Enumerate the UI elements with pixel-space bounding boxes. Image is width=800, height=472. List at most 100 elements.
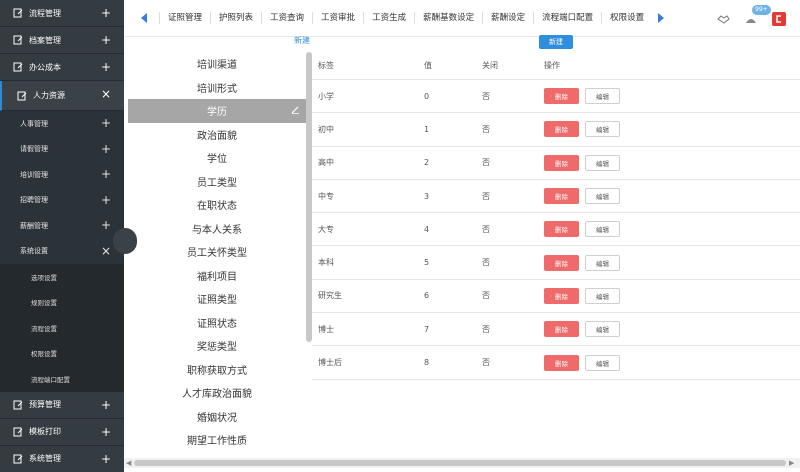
notification-bell-icon[interactable]: 99+ xyxy=(744,4,771,25)
expand-icon[interactable]: + xyxy=(101,218,111,232)
sidebar-item-label: 流程端口配置 xyxy=(31,375,70,384)
collapse-icon[interactable]: × xyxy=(101,87,111,101)
edit-button[interactable]: 编辑 xyxy=(585,88,620,105)
delete-button[interactable]: 删除 xyxy=(544,321,579,338)
delete-button[interactable]: 删除 xyxy=(544,287,579,304)
sidebar-item-workflow[interactable]: 流程管理 + xyxy=(0,0,124,27)
tab-salary-generate[interactable]: 工资生成 xyxy=(363,12,414,24)
sidebar-sub-settings[interactable]: 系统设置 × xyxy=(0,238,124,264)
scroll-right-arrow-icon[interactable]: ▶ xyxy=(789,459,794,467)
list-item[interactable]: 职称获取方式 xyxy=(128,357,306,381)
tab-port-config[interactable]: 流程端口配置 xyxy=(533,12,601,24)
expand-icon[interactable]: + xyxy=(101,167,111,181)
scroll-left-arrow-icon[interactable]: ◀ xyxy=(126,459,131,467)
expand-icon[interactable]: + xyxy=(101,398,111,412)
delete-button[interactable]: 删除 xyxy=(544,221,579,238)
tab-scroll-left-icon[interactable] xyxy=(141,13,151,23)
cell-actions: 删除 编辑 xyxy=(544,154,800,171)
tab-salary-query[interactable]: 工资查询 xyxy=(261,12,312,24)
delete-button[interactable]: 删除 xyxy=(544,121,579,138)
expand-icon[interactable]: + xyxy=(101,193,111,207)
edit-button[interactable]: 编辑 xyxy=(585,321,620,338)
sidebar-item-label: 档案管理 xyxy=(29,35,61,45)
sidebar-item-archives[interactable]: 档案管理 + xyxy=(0,27,124,54)
list-item[interactable]: 培训渠道 xyxy=(128,52,306,76)
expand-icon[interactable]: + xyxy=(101,33,111,47)
sidebar: 流程管理 + 档案管理 + 办公成本 + 人力资源 × 人事管理 + 请假管理 + … xyxy=(0,0,124,472)
edit-button[interactable]: 编辑 xyxy=(585,221,620,238)
sidebar-leaf-rules[interactable]: 规则设置 xyxy=(0,289,124,315)
sidebar-collapse-handle[interactable] xyxy=(113,228,137,254)
expand-icon[interactable]: + xyxy=(101,425,111,439)
list-item[interactable]: 培训形式 xyxy=(128,75,306,99)
list-item-label: 培训形式 xyxy=(197,83,237,95)
sidebar-sub-personnel[interactable]: 人事管理 + xyxy=(0,111,124,137)
edit-button[interactable]: 编辑 xyxy=(585,254,620,271)
collapse-icon[interactable]: × xyxy=(101,244,111,258)
edit-pencil-icon[interactable] xyxy=(291,105,300,117)
handshake-icon[interactable] xyxy=(717,13,730,25)
edit-button[interactable]: 编辑 xyxy=(585,121,620,138)
tab-salary-settings[interactable]: 薪酬设定 xyxy=(482,12,533,24)
delete-button[interactable]: 删除 xyxy=(544,154,579,171)
list-item[interactable]: 学位 xyxy=(128,146,306,170)
logout-icon[interactable] xyxy=(772,11,786,26)
delete-button[interactable]: 删除 xyxy=(544,354,579,371)
sidebar-item-label: 人力资源 xyxy=(33,91,65,100)
cell-actions: 删除 编辑 xyxy=(544,287,800,304)
new-value-button[interactable]: 新建 xyxy=(539,35,573,49)
option-values-table: 标签 值 关闭 操作 小学 0 否 删除 编辑 初中 1 否 删除 编辑 高中 2 … xyxy=(312,52,800,380)
horizontal-scrollbar-thumb[interactable] xyxy=(134,460,786,466)
tab-scroll-right-icon[interactable] xyxy=(658,13,668,23)
list-item[interactable]: 证照状态 xyxy=(128,310,306,334)
sidebar-leaf-port-config[interactable]: 流程端口配置 xyxy=(0,366,124,392)
edit-button[interactable]: 编辑 xyxy=(585,287,620,304)
list-item[interactable]: 福利项目 xyxy=(128,263,306,287)
list-item[interactable]: 婚姻状况 xyxy=(128,404,306,428)
list-item[interactable]: 在职状态 xyxy=(128,193,306,217)
sidebar-item-hr[interactable]: 人力资源 × xyxy=(0,81,124,111)
table-row: 小学 0 否 删除 编辑 xyxy=(312,80,800,114)
sidebar-item-system[interactable]: 系统管理 + xyxy=(0,445,124,472)
delete-button[interactable]: 删除 xyxy=(544,88,579,105)
new-option-link[interactable]: 新建 xyxy=(294,35,310,46)
edit-button[interactable]: 编辑 xyxy=(585,188,620,205)
delete-button[interactable]: 删除 xyxy=(544,254,579,271)
sidebar-item-budget[interactable]: 预算管理 + xyxy=(0,391,124,419)
sidebar-item-template-print[interactable]: 模板打印 + xyxy=(0,418,124,446)
sidebar-sub-recruit[interactable]: 招聘管理 + xyxy=(0,187,124,213)
expand-icon[interactable]: + xyxy=(101,116,111,130)
delete-button[interactable]: 删除 xyxy=(544,188,579,205)
sidebar-leaf-permissions[interactable]: 权限设置 xyxy=(0,340,124,366)
edit-button[interactable]: 编辑 xyxy=(585,354,620,371)
table-row: 高中 2 否 删除 编辑 xyxy=(312,147,800,180)
list-item[interactable]: 政治面貌 xyxy=(128,122,306,146)
sidebar-sub-salary[interactable]: 薪酬管理 + xyxy=(0,213,124,239)
list-item-selected[interactable]: 学历 xyxy=(128,99,306,123)
tab-salary-base[interactable]: 薪酬基数设定 xyxy=(414,12,482,24)
document-edit-icon xyxy=(12,399,23,410)
list-item[interactable]: 证照类型 xyxy=(128,287,306,311)
edit-button[interactable]: 编辑 xyxy=(585,154,620,171)
list-item[interactable]: 人才库政治面貌 xyxy=(128,381,306,405)
tab-salary-approval[interactable]: 工资审批 xyxy=(312,12,363,24)
sidebar-item-label: 选项设置 xyxy=(31,273,57,282)
list-item[interactable]: 员工关怀类型 xyxy=(128,240,306,264)
tab-passports[interactable]: 护照列表 xyxy=(210,12,261,24)
tab-permissions[interactable]: 权限设置 xyxy=(601,12,652,24)
sidebar-item-office-cost[interactable]: 办公成本 + xyxy=(0,54,124,81)
expand-icon[interactable]: + xyxy=(101,60,111,74)
sidebar-sub-training[interactable]: 培训管理 + xyxy=(0,162,124,188)
list-item[interactable]: 期望工作性质 xyxy=(128,428,306,452)
expand-icon[interactable]: + xyxy=(101,6,111,20)
sidebar-sub-leave[interactable]: 请假管理 + xyxy=(0,136,124,162)
sidebar-leaf-workflow[interactable]: 流程设置 xyxy=(0,315,124,341)
expand-icon[interactable]: + xyxy=(101,142,111,156)
list-item[interactable]: 员工类型 xyxy=(128,169,306,193)
sidebar-leaf-options[interactable]: 选项设置 xyxy=(0,264,124,290)
expand-icon[interactable]: + xyxy=(101,452,111,466)
tab-certificates[interactable]: 证照管理 xyxy=(159,12,210,24)
list-item[interactable]: 与本人关系 xyxy=(128,216,306,240)
col-header-action: 操作 xyxy=(544,61,560,70)
list-item[interactable]: 奖惩类型 xyxy=(128,334,306,358)
